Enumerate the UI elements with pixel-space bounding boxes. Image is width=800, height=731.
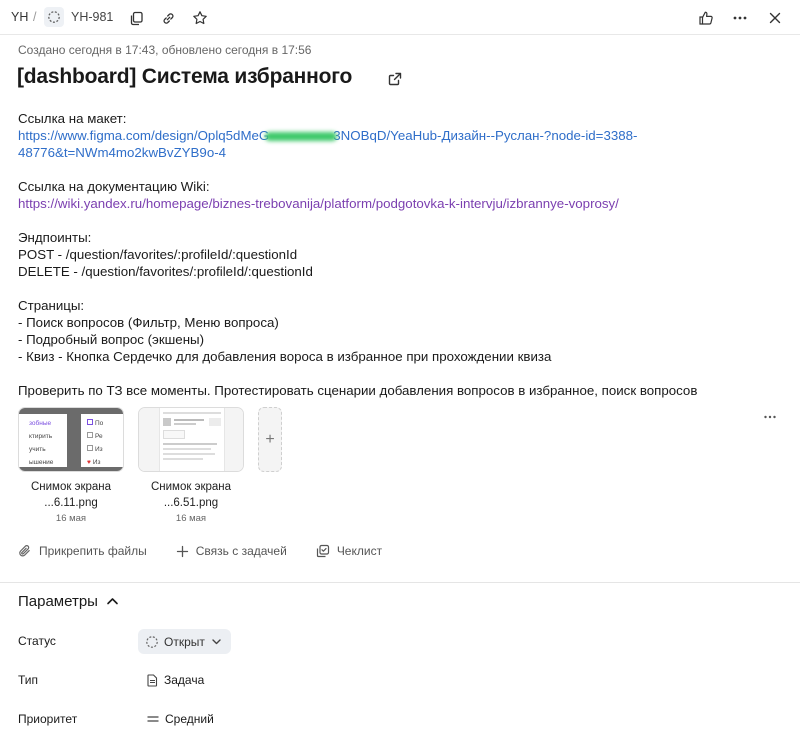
attach-files-button[interactable]: Прикрепить файлы: [18, 544, 147, 558]
status-open-ring-icon: [44, 7, 64, 27]
mockup-link-continued[interactable]: 48776&t=NWm4mo2kwBvZYB9o-4: [18, 144, 658, 161]
star-icon[interactable]: [190, 8, 210, 28]
external-link-icon[interactable]: [387, 71, 403, 87]
breadcrumb-separator: /: [33, 10, 37, 24]
page-item: - Квиз - Кнопка Сердечко для добавления …: [18, 349, 552, 364]
wiki-label: Ссылка на документацию Wiki:: [18, 179, 210, 194]
document-icon: [147, 673, 158, 687]
status-open-ring-icon: [146, 635, 158, 648]
mockup-link[interactable]: https://www.figma.com/design/Oplq5dMeG 3N…: [18, 127, 658, 144]
link-icon[interactable]: [158, 8, 178, 28]
paperclip-icon: [19, 545, 30, 557]
pages-label: Страницы:: [18, 298, 85, 313]
endpoint-item: POST - /question/favorites/:profileId/:q…: [18, 247, 298, 262]
checklist-icon: [316, 544, 329, 558]
attachment-card[interactable]: зобные ктирить учить ышение По Ре Из ♥ Из…: [18, 407, 124, 524]
attachment-name[interactable]: Снимок экрана ...6.11.png: [18, 479, 124, 511]
params-section-toggle[interactable]: Параметры: [18, 593, 119, 610]
copy-icon[interactable]: [126, 8, 146, 28]
attachment-thumbnail[interactable]: [138, 407, 244, 472]
attachment-date: 16 мая: [55, 513, 87, 524]
priority-value[interactable]: Средний: [147, 712, 214, 726]
attachments-more-icon[interactable]: [763, 410, 777, 427]
priority-medium-icon: [147, 716, 159, 722]
breadcrumb-issue[interactable]: YH-981: [44, 6, 113, 28]
plus-icon: [176, 545, 188, 557]
redacted-blur: [265, 131, 338, 141]
endpoints-label: Эндпоинты:: [18, 230, 92, 245]
attachment-card[interactable]: Снимок экрана ...6.51.png 16 мая: [138, 407, 244, 524]
status-dropdown[interactable]: Открыт: [138, 629, 231, 654]
thumbs-up-icon[interactable]: [696, 8, 716, 28]
mockup-label: Ссылка на макет:: [18, 111, 127, 126]
attachment-name[interactable]: Снимок экрана ...6.51.png: [138, 479, 244, 511]
check-note: Проверить по ТЗ все моменты. Протестиров…: [18, 383, 698, 398]
page-title[interactable]: [dashboard] Система избранного: [17, 65, 352, 89]
chevron-down-icon: [212, 639, 221, 645]
page-item: - Подробный вопрос (экшены): [18, 332, 205, 347]
type-label: Тип: [18, 673, 39, 687]
page-item: - Поиск вопросов (Фильтр, Меню вопроса): [18, 315, 279, 330]
issue-meta: Создано сегодня в 17:43, обновлено сегод…: [18, 43, 312, 57]
issue-description: Ссылка на макет: https://www.figma.com/d…: [18, 110, 698, 416]
chevron-up-icon: [107, 598, 118, 605]
breadcrumb-queue[interactable]: YH: [11, 10, 28, 24]
endpoint-item: DELETE - /question/favorites/:profileId/…: [18, 264, 313, 279]
section-divider: [0, 582, 800, 583]
close-icon[interactable]: [765, 8, 785, 28]
issue-key: YH-981: [71, 10, 114, 24]
more-horizontal-icon[interactable]: [730, 8, 750, 28]
attachment-thumbnail[interactable]: зобные ктирить учить ышение По Ре Из ♥ Из: [18, 407, 124, 472]
priority-label: Приоритет: [18, 712, 78, 726]
wiki-link[interactable]: https://wiki.yandex.ru/homepage/biznes-t…: [18, 195, 658, 212]
checklist-button[interactable]: Чеклист: [316, 544, 382, 558]
top-bar: YH / YH-981: [0, 0, 800, 35]
type-value[interactable]: Задача: [147, 673, 204, 687]
link-task-button[interactable]: Связь с задачей: [176, 544, 287, 558]
attachment-date: 16 мая: [175, 513, 207, 524]
add-attachment-button[interactable]: +: [258, 407, 282, 472]
status-label: Статус: [18, 634, 56, 648]
issue-actions: Прикрепить файлы Связь с задачей Чеклист: [18, 544, 411, 558]
